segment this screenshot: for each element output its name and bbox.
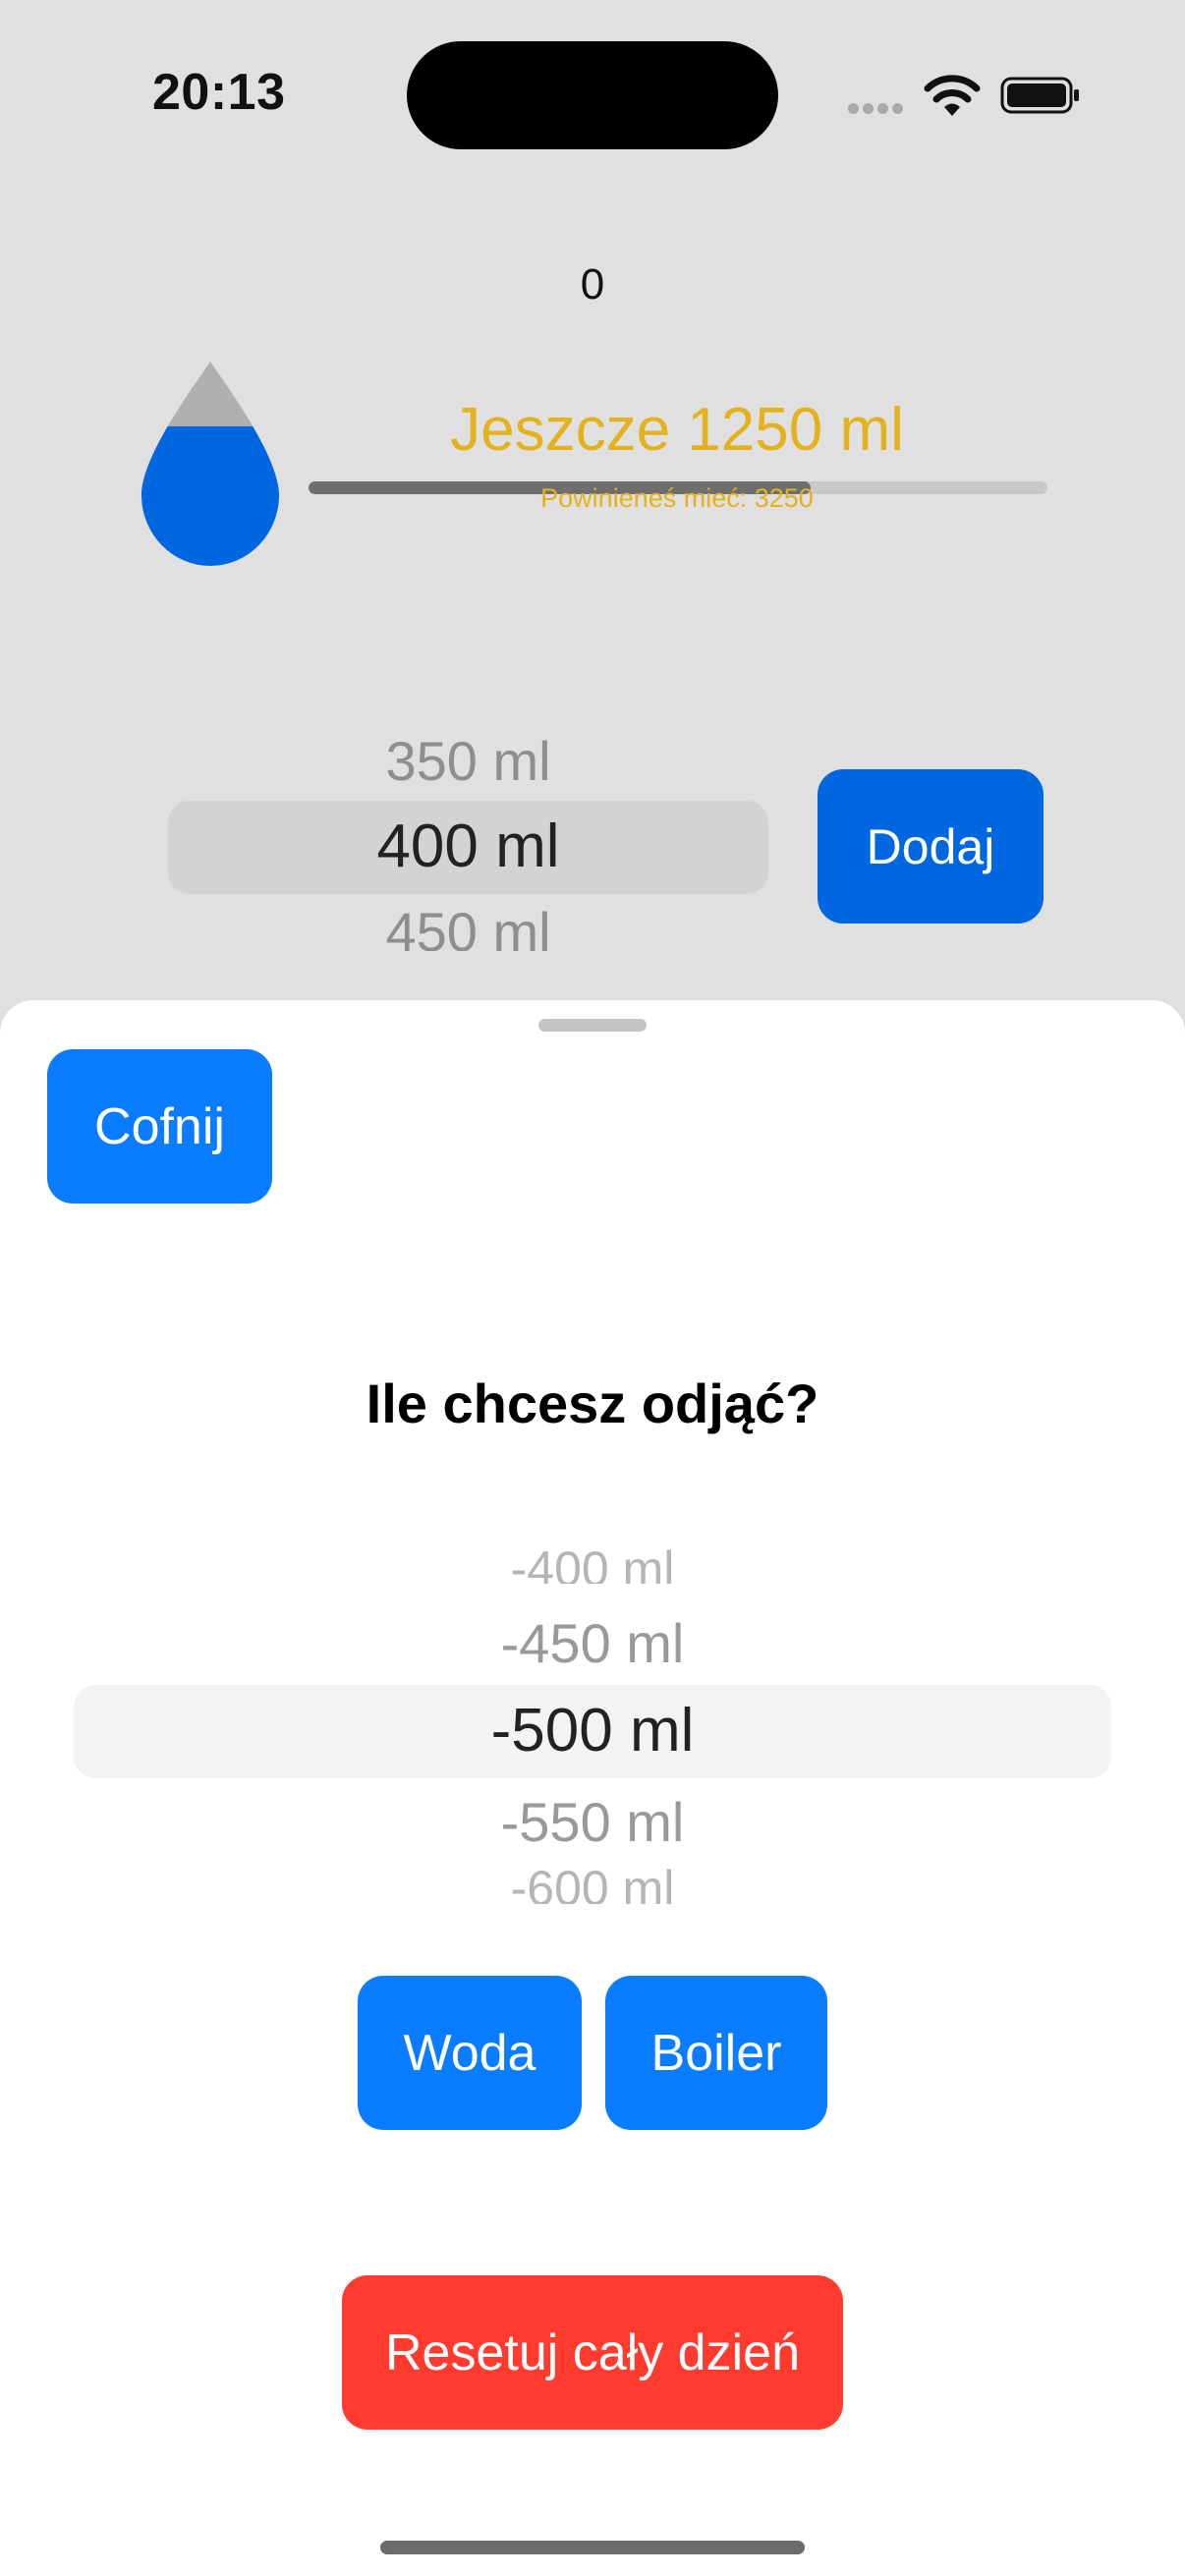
add-button[interactable]: Dodaj — [818, 769, 1044, 924]
picker-option[interactable]: -550 ml — [0, 1790, 1185, 1854]
wifi-icon — [924, 73, 981, 118]
goal-text: Powinieneś mieć: 3250 — [540, 483, 814, 513]
picker-option[interactable]: -600 ml — [0, 1869, 1185, 1904]
sheet-title: Ile chcesz odjąć? — [366, 1372, 819, 1434]
water-drop-icon — [136, 358, 285, 568]
intake-counter: 0 — [580, 260, 605, 308]
picker-selected-option[interactable]: 400 ml — [168, 812, 768, 881]
boiler-button[interactable]: Boiler — [605, 1976, 827, 2130]
reset-day-button[interactable]: Resetuj cały dzień — [342, 2275, 843, 2430]
water-button[interactable]: Woda — [358, 1976, 582, 2130]
status-time: 20:13 — [152, 64, 286, 121]
undo-button[interactable]: Cofnij — [47, 1049, 272, 1204]
home-indicator[interactable] — [380, 2541, 805, 2554]
dynamic-island — [407, 41, 778, 149]
picker-option[interactable]: 350 ml — [168, 729, 768, 793]
picker-option[interactable]: -400 ml — [0, 1542, 1185, 1584]
picker-option[interactable]: 450 ml — [168, 900, 768, 951]
picker-option[interactable]: -450 ml — [0, 1611, 1185, 1675]
cellular-signal-icon — [848, 101, 909, 115]
picker-selected-option[interactable]: -500 ml — [0, 1696, 1185, 1765]
remaining-amount: Jeszcze 1250 ml — [450, 396, 904, 464]
sheet-grabber[interactable] — [538, 1019, 647, 1032]
battery-icon — [1000, 77, 1081, 114]
